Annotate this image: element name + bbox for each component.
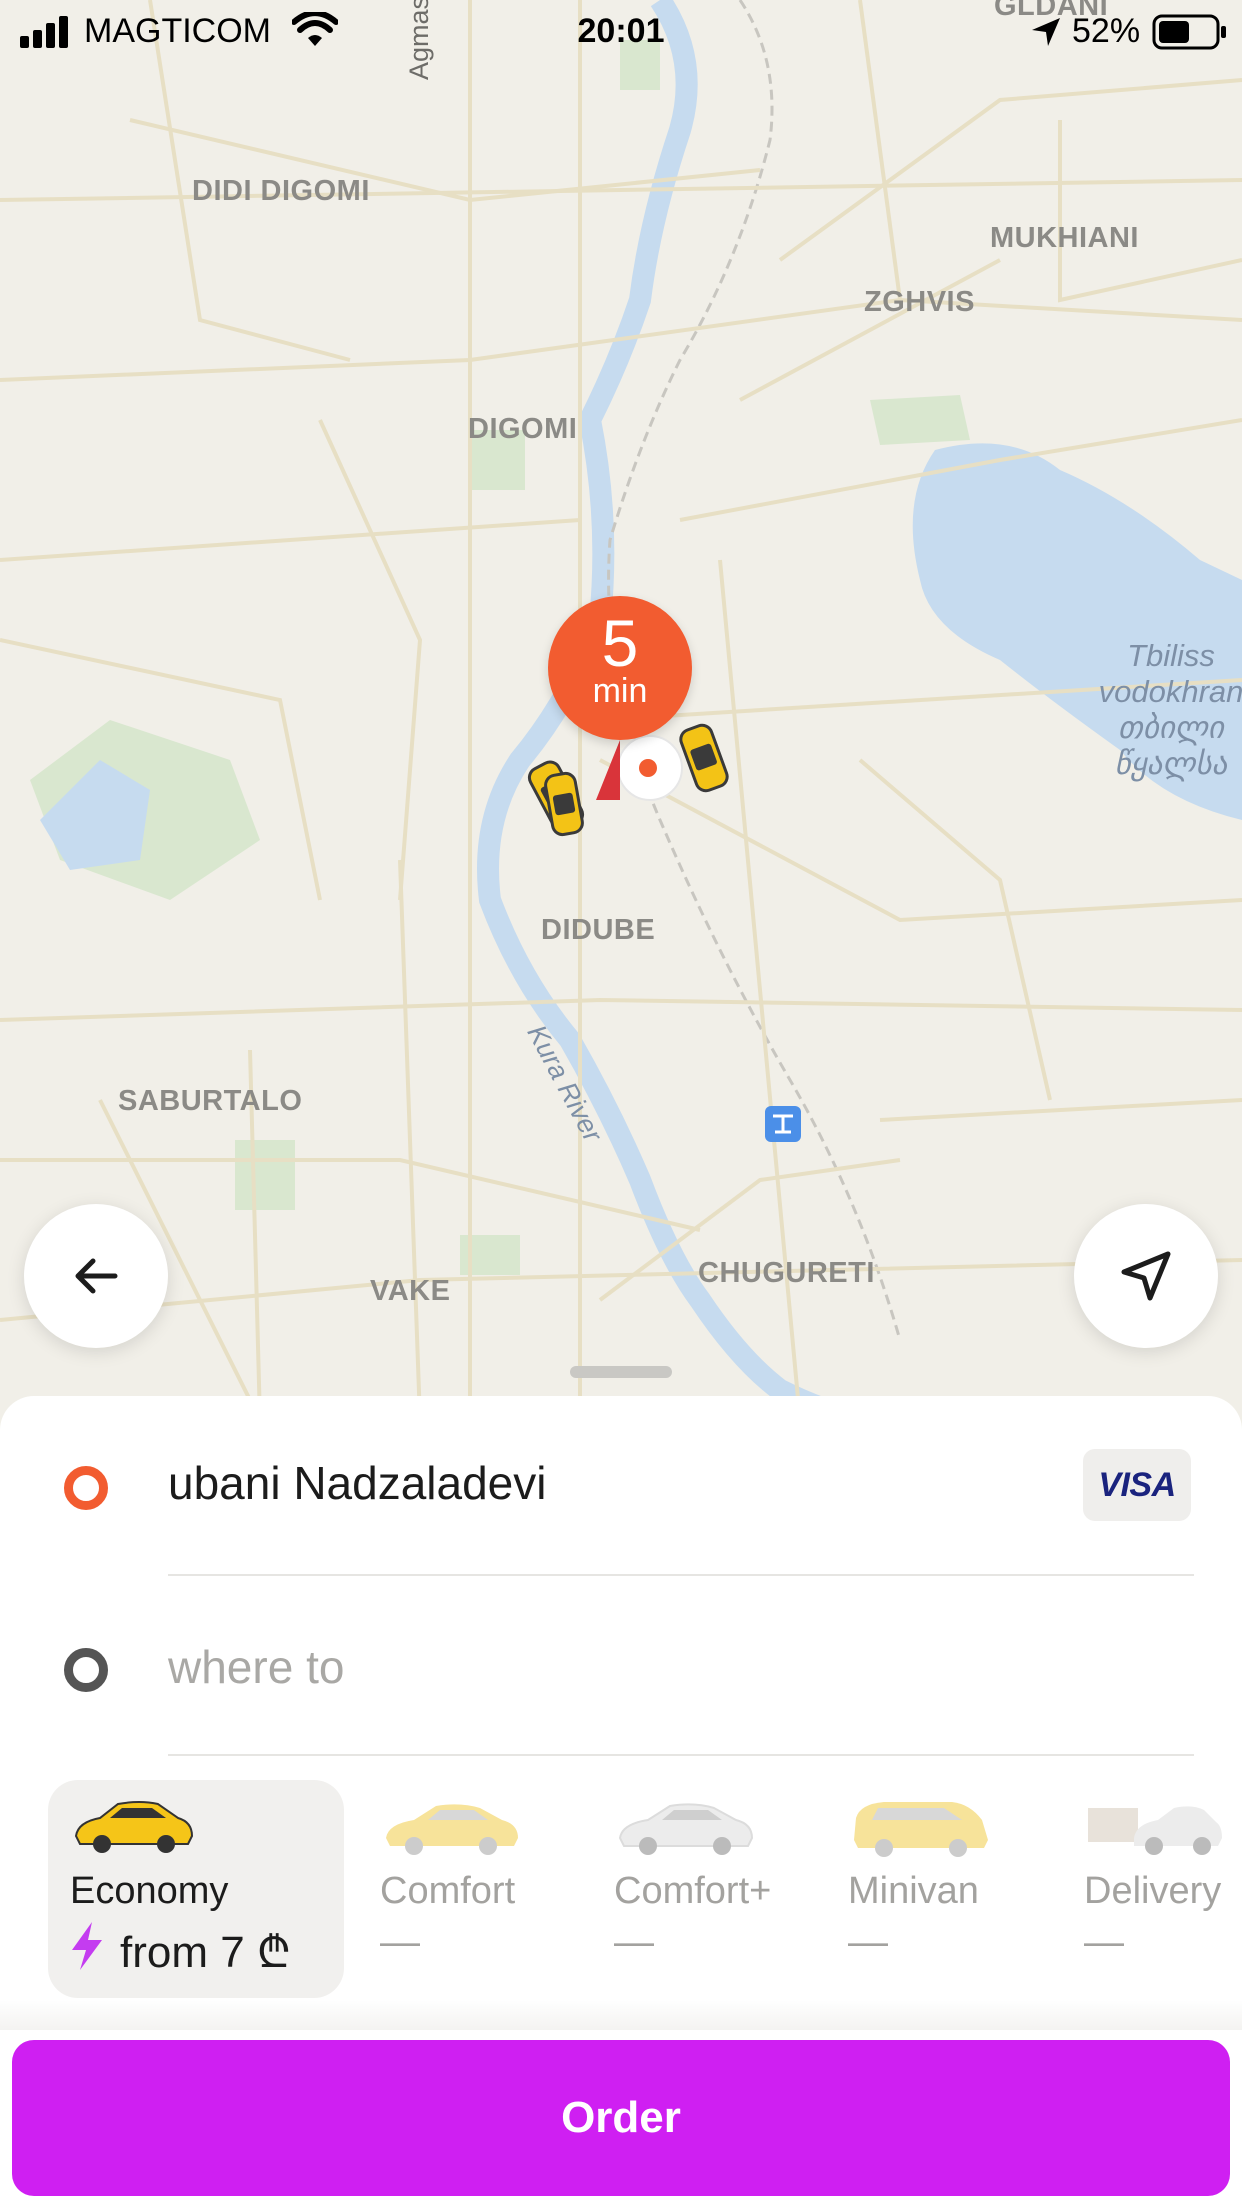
- tariff-selector[interactable]: Economy from 7 ₾ Comfort — Comfort+ — Mi…: [0, 1780, 1242, 2000]
- destination-dot-icon: [64, 1648, 108, 1692]
- tariff-price: —: [380, 1920, 420, 1964]
- lake-label-line: vodokhran: [1098, 674, 1242, 709]
- tariff-name: Minivan: [848, 1870, 979, 1912]
- eta-value: 5: [601, 606, 639, 680]
- delivery-car-icon: [1088, 1806, 1222, 1855]
- pickup-dot-icon: [64, 1466, 108, 1510]
- tariff-price: —: [1084, 1920, 1124, 1964]
- payment-method-button[interactable]: VISA: [1083, 1449, 1191, 1521]
- tariff-minivan[interactable]: Minivan —: [826, 1780, 1036, 1998]
- map-district-label: CHUGURETI: [698, 1257, 875, 1289]
- tariff-delivery[interactable]: Delivery —: [1062, 1780, 1242, 1998]
- map-district-label: ZGHVIS: [864, 286, 975, 318]
- map-district-label: DIDUBE: [541, 914, 656, 946]
- tariff-price: from 7 ₾: [120, 1928, 291, 1977]
- lake-label-line: Tbiliss: [1127, 638, 1215, 673]
- lake-label: Tbiliss vodokhran თბილი წყალსა: [1076, 638, 1242, 782]
- tariff-comfort-plus[interactable]: Comfort+ —: [592, 1780, 802, 1998]
- back-arrow-icon: [75, 1258, 118, 1294]
- destination-placeholder: where to: [168, 1641, 345, 1693]
- battery-percent: 52%: [1072, 12, 1141, 50]
- order-button-label: Order: [561, 2093, 681, 2142]
- lake-label-line: წყალსა: [1114, 746, 1228, 781]
- map-district-label: MUKHIANI: [990, 222, 1139, 254]
- eta-unit: min: [592, 672, 648, 710]
- back-button[interactable]: [24, 1204, 168, 1348]
- minivan-icon: [854, 1802, 988, 1857]
- pickup-address: ubani Nadzaladevi: [168, 1457, 547, 1509]
- tariff-name: Economy: [70, 1870, 229, 1912]
- comfort-plus-car-icon: [618, 1803, 754, 1855]
- map-district-label: DIDI DIGOMI: [192, 175, 370, 207]
- navigate-icon: [1121, 1251, 1171, 1301]
- destination-field[interactable]: where to: [0, 1578, 1242, 1758]
- lake-label-line: თბილი: [1118, 710, 1224, 745]
- sheet-handle[interactable]: [570, 1366, 672, 1378]
- tariff-name: Comfort+: [614, 1870, 772, 1912]
- eta-pin[interactable]: 5 min: [548, 596, 692, 740]
- tariff-economy[interactable]: Economy from 7 ₾: [48, 1780, 344, 1998]
- economy-car-icon: [74, 1801, 194, 1853]
- order-button[interactable]: Order: [12, 2040, 1230, 2196]
- lightning-icon: [72, 1922, 102, 1970]
- pickup-field[interactable]: ubani Nadzaladevi: [0, 1396, 1242, 1576]
- my-location-button[interactable]: [1074, 1204, 1218, 1348]
- status-bar: MAGTICOM 20:01 52%: [0, 0, 1242, 62]
- map-district-label: SABURTALO: [118, 1085, 303, 1117]
- divider: [168, 1754, 1194, 1756]
- tariff-comfort[interactable]: Comfort —: [358, 1780, 568, 1998]
- payment-method-label: VISA: [1098, 1465, 1176, 1504]
- map-district-label: VAKE: [370, 1275, 451, 1307]
- battery-icon: [1152, 14, 1226, 50]
- comfort-car-icon: [386, 1804, 518, 1855]
- divider: [168, 1574, 1194, 1576]
- tariff-name: Comfort: [380, 1870, 516, 1912]
- location-arrow-icon: [1032, 18, 1060, 46]
- tariff-name: Delivery: [1084, 1870, 1222, 1912]
- tariff-price: —: [848, 1920, 888, 1964]
- sheet-footer-fade: [0, 2000, 1242, 2030]
- tariff-price: —: [614, 1920, 654, 1964]
- map-district-label: DIGOMI: [468, 413, 578, 445]
